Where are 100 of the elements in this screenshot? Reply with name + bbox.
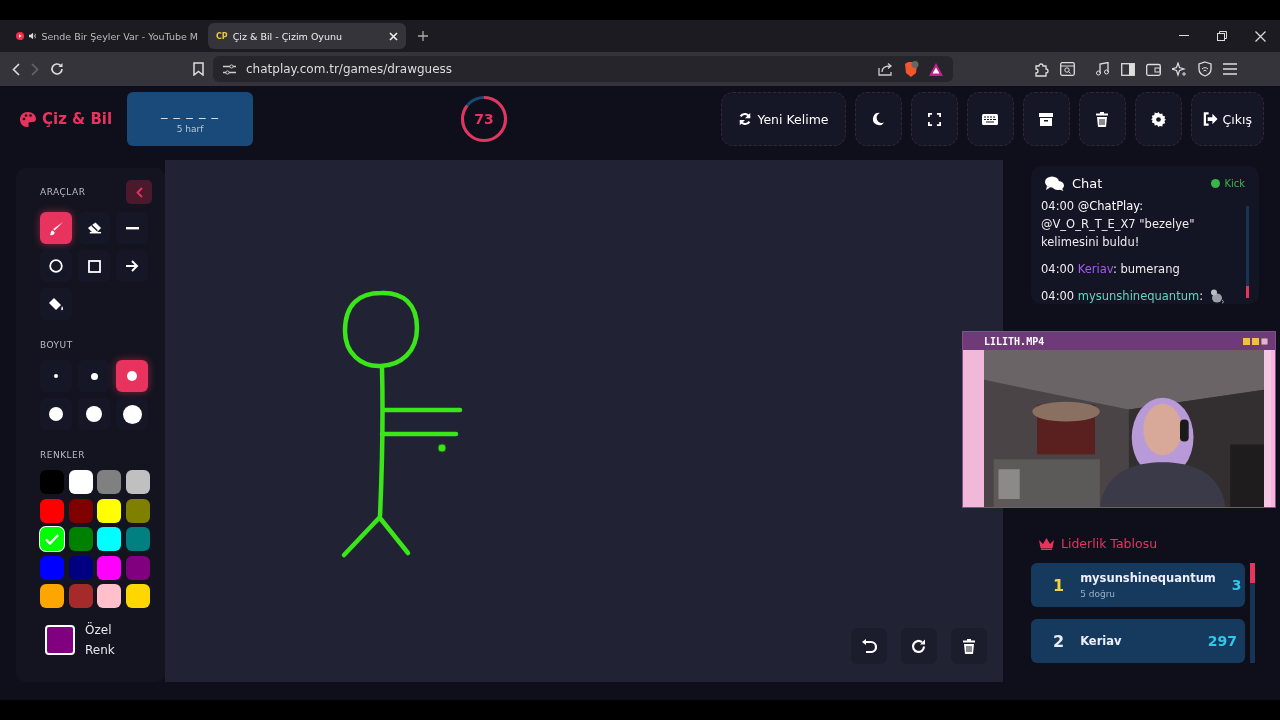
- color-swatch[interactable]: [68, 498, 93, 523]
- wallet-icon[interactable]: [1146, 62, 1161, 76]
- scrollbar[interactable]: [1250, 563, 1255, 663]
- dot-icon: [90, 372, 98, 380]
- moon-icon: [871, 112, 886, 126]
- triangle-icon[interactable]: [929, 62, 943, 76]
- settings-icon: [1150, 111, 1166, 127]
- rank-number: 1: [1053, 575, 1065, 595]
- tool-button[interactable]: [116, 212, 148, 244]
- section-title: BOYUT: [40, 340, 74, 350]
- color-swatch[interactable]: [40, 584, 64, 608]
- color-swatch[interactable]: [68, 470, 93, 494]
- size-button[interactable]: [40, 398, 72, 430]
- tool-button[interactable]: [78, 250, 110, 282]
- size-button[interactable]: [116, 398, 148, 430]
- menu-icon[interactable]: [1223, 63, 1237, 75]
- source-label: Kick: [1224, 178, 1245, 189]
- gear-button[interactable]: [1134, 92, 1182, 146]
- score: 297: [1207, 633, 1237, 649]
- dot-icon: [86, 406, 102, 422]
- trash-icon: [1096, 111, 1109, 127]
- music-icon[interactable]: [1096, 62, 1110, 76]
- new-word-button[interactable]: Yeni Kelime: [721, 92, 846, 146]
- bookmark-icon[interactable]: [193, 62, 204, 76]
- brush-cursor-icon: [437, 443, 447, 453]
- color-swatch[interactable]: [40, 527, 64, 551]
- reload-icon[interactable]: [50, 62, 64, 76]
- letter-count: 5 harf: [176, 124, 204, 134]
- sparkle-icon[interactable]: [1172, 61, 1187, 77]
- search-tab-icon[interactable]: [1060, 62, 1075, 76]
- keyboard-button[interactable]: [966, 92, 1014, 146]
- timer-ring: [460, 95, 508, 143]
- back-icon[interactable]: [12, 62, 20, 76]
- color-swatch[interactable]: [125, 470, 150, 494]
- puzzle-icon[interactable]: [1034, 61, 1049, 77]
- tool-button[interactable]: [116, 250, 148, 282]
- color-swatch[interactable]: [68, 584, 93, 608]
- trash-button[interactable]: [1078, 92, 1126, 146]
- scrollbar[interactable]: [1246, 206, 1249, 298]
- dot-icon: [49, 407, 63, 421]
- color-swatch[interactable]: [97, 527, 121, 551]
- logout-icon: [1202, 112, 1218, 126]
- undo-button[interactable]: [851, 628, 887, 664]
- moon-button[interactable]: [854, 92, 902, 146]
- circle-icon: [49, 259, 63, 273]
- share-icon[interactable]: [878, 62, 893, 76]
- word-blanks: _ _ _ _ _: [161, 104, 219, 119]
- address-bar[interactable]: chatplay.com.tr/games/drawguess: [213, 56, 953, 82]
- close-icon[interactable]: [389, 31, 398, 41]
- tool-button[interactable]: [78, 212, 110, 244]
- color-swatch[interactable]: [97, 555, 121, 580]
- tool-button[interactable]: [40, 212, 72, 244]
- logout-button[interactable]: Çıkış: [1190, 92, 1264, 146]
- browser-tab[interactable]: CP Çiz & Bil - Çizim Oyunu: [208, 23, 406, 49]
- custom-color-swatch[interactable]: [45, 625, 75, 655]
- dot-icon: [54, 374, 58, 378]
- redo-button[interactable]: [901, 628, 937, 664]
- color-swatch[interactable]: [125, 498, 150, 523]
- color-swatch[interactable]: [125, 527, 150, 551]
- color-swatch[interactable]: [40, 555, 64, 580]
- site-settings-icon[interactable]: [223, 63, 236, 75]
- app-logo[interactable]: Çiz & Bil: [20, 110, 127, 128]
- color-swatch[interactable]: [68, 527, 93, 551]
- clear-button[interactable]: [951, 628, 987, 664]
- color-swatch[interactable]: [125, 555, 150, 580]
- tool-button[interactable]: [40, 250, 72, 282]
- color-swatch[interactable]: [97, 584, 121, 608]
- arrow-icon: [125, 260, 139, 272]
- square-icon: [87, 259, 101, 273]
- minimize-icon[interactable]: [1179, 35, 1189, 37]
- color-swatch[interactable]: [40, 498, 64, 523]
- restore-icon[interactable]: [1217, 31, 1227, 41]
- color-swatch[interactable]: [40, 470, 64, 494]
- section-title: RENKLER: [40, 450, 87, 460]
- new-tab-icon[interactable]: [418, 31, 428, 41]
- color-swatch[interactable]: [125, 584, 150, 608]
- scrollbar[interactable]: [1264, 350, 1271, 507]
- sidebar-icon[interactable]: [1121, 62, 1135, 76]
- shield-icon[interactable]: [1198, 61, 1212, 77]
- size-button[interactable]: [78, 398, 110, 430]
- timer-value: 73: [474, 111, 494, 127]
- fullscreen-icon: [927, 112, 941, 126]
- player-name: mysunshinequantum: [1080, 571, 1216, 585]
- chat-message: 04:00 Keriav: bumerang: [1041, 261, 1180, 278]
- chevron-left-icon: [135, 186, 143, 198]
- collapse-button[interactable]: [126, 180, 152, 204]
- archive-button[interactable]: [1022, 92, 1070, 146]
- browser-tab[interactable]: Sende Bir Şeyler Var - YouTube M: [8, 23, 206, 49]
- color-swatch[interactable]: [97, 470, 121, 494]
- close-icon[interactable]: [1255, 30, 1266, 42]
- size-button[interactable]: [116, 360, 148, 392]
- check-icon: [45, 533, 59, 545]
- window-controls-icon[interactable]: [1243, 337, 1269, 345]
- play-icon: [16, 30, 25, 42]
- tool-button[interactable]: [40, 288, 72, 320]
- size-button[interactable]: [78, 360, 110, 392]
- trash-icon: [963, 638, 975, 654]
- color-swatch[interactable]: [68, 555, 93, 580]
- chat-title: Chat: [1072, 176, 1103, 191]
- color-swatch[interactable]: [97, 498, 121, 523]
